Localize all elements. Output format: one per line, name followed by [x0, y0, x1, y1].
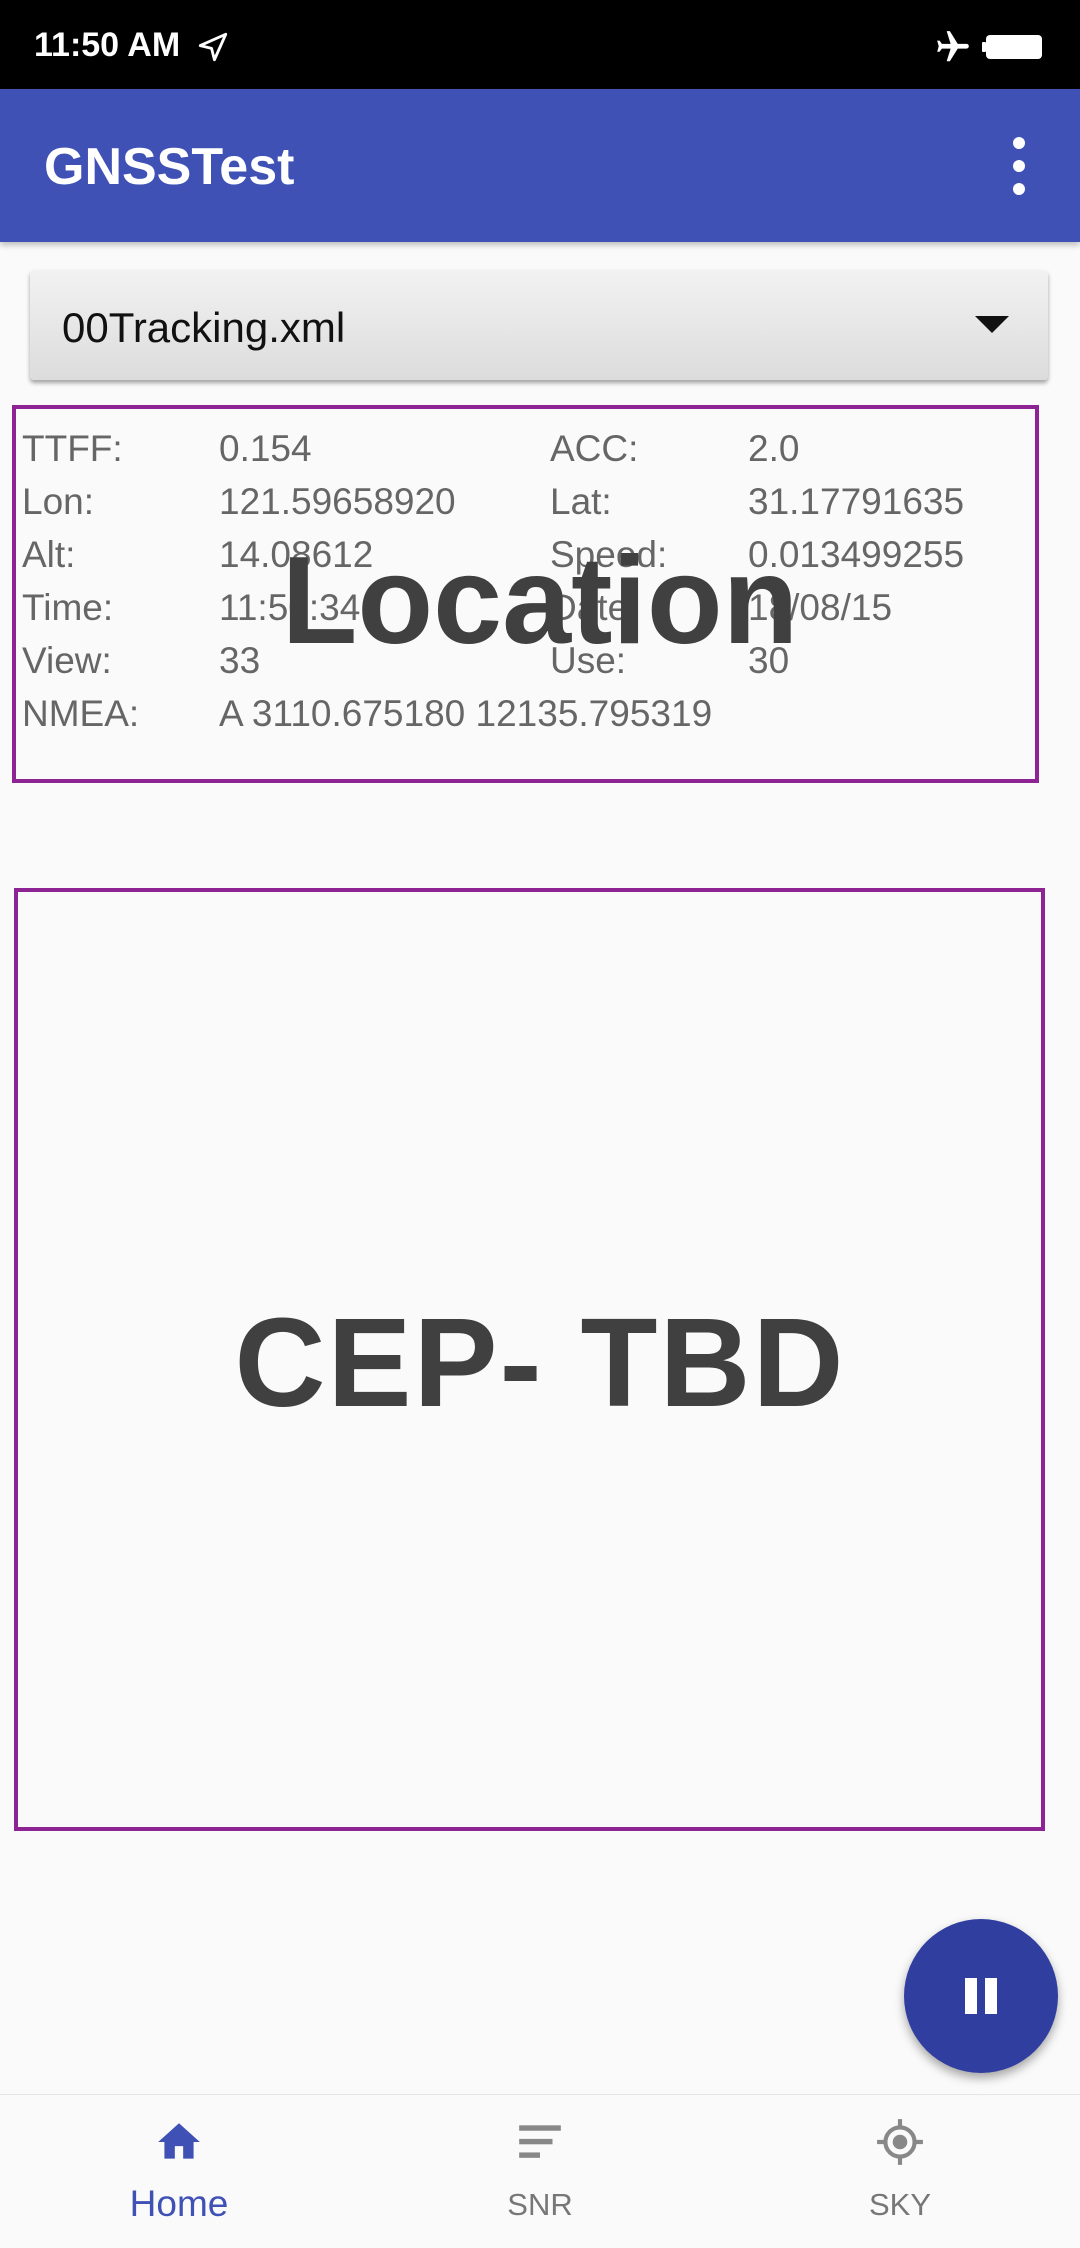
ttff-label: TTFF: — [22, 428, 123, 469]
lon-label: Lon: — [22, 481, 95, 522]
lat-value: 31.17791635 — [748, 481, 965, 522]
snr-bars-icon — [519, 2125, 561, 2158]
ttff-value: 0.154 — [219, 428, 312, 469]
nav-label-home: Home — [129, 2183, 229, 2224]
nav-item-home[interactable]: Home — [69, 2095, 289, 2248]
pause-icon — [963, 1978, 999, 2014]
lon-value: 121.59658920 — [219, 481, 456, 522]
nav-item-snr[interactable]: SNR — [430, 2095, 650, 2248]
acc-label: ACC: — [550, 428, 639, 469]
spinner-selected-value: 00Tracking.xml — [62, 304, 346, 351]
status-bar: 11:50 AM — [0, 0, 1080, 89]
lat-label: Lat: — [550, 481, 612, 522]
app-title: GNSSTest — [44, 138, 295, 196]
battery-icon — [982, 35, 1042, 59]
file-spinner[interactable]: 00Tracking.xml — [30, 270, 1048, 380]
navigation-arrow-icon — [198, 32, 228, 62]
airplane-mode-icon — [937, 31, 969, 62]
nmea-label: NMEA: — [22, 693, 140, 734]
nmea-value: A 3110.675180 12135.795319 — [219, 693, 713, 734]
home-icon — [158, 2123, 200, 2159]
acc-value: 2.0 — [748, 428, 800, 469]
status-time: 11:50 AM — [34, 26, 181, 64]
dropdown-arrow-icon — [975, 316, 1009, 333]
sky-target-icon — [877, 2119, 923, 2165]
bottom-navigation: Home SNR SKY — [0, 2094, 1080, 2248]
app-bar: GNSSTest — [0, 89, 1080, 242]
location-overlay-text: Location — [281, 532, 799, 670]
nav-item-sky[interactable]: SKY — [790, 2095, 1010, 2248]
overflow-menu-icon[interactable] — [998, 135, 1040, 197]
pause-button[interactable] — [904, 1919, 1058, 2073]
nav-label-sky: SKY — [868, 2187, 932, 2222]
cep-overlay-text: CEP- TBD — [234, 1292, 846, 1433]
nav-label-snr: SNR — [507, 2187, 573, 2222]
